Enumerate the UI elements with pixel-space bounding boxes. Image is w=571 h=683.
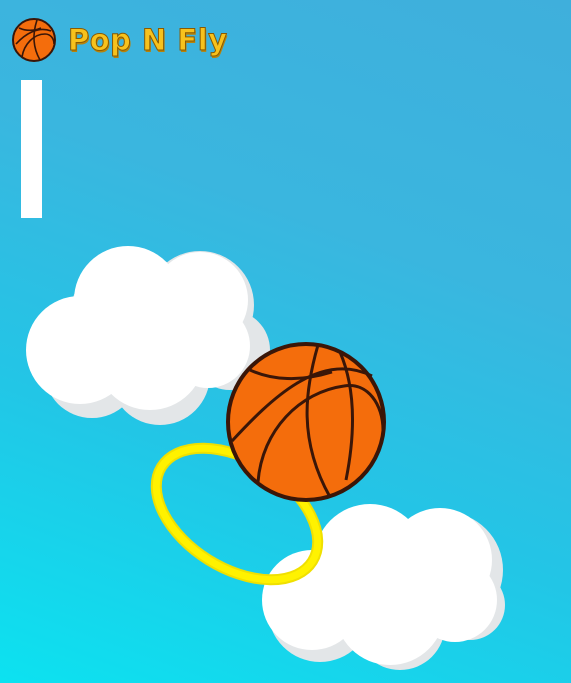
basketball[interactable] <box>0 0 571 683</box>
game-header: Pop N Fly <box>10 16 228 64</box>
basketball-icon <box>12 18 56 62</box>
power-meter-fill <box>21 80 42 218</box>
game-title: Pop N Fly <box>68 22 228 57</box>
game-scene[interactable]: Pop N Fly <box>0 0 571 683</box>
power-meter <box>21 80 42 218</box>
